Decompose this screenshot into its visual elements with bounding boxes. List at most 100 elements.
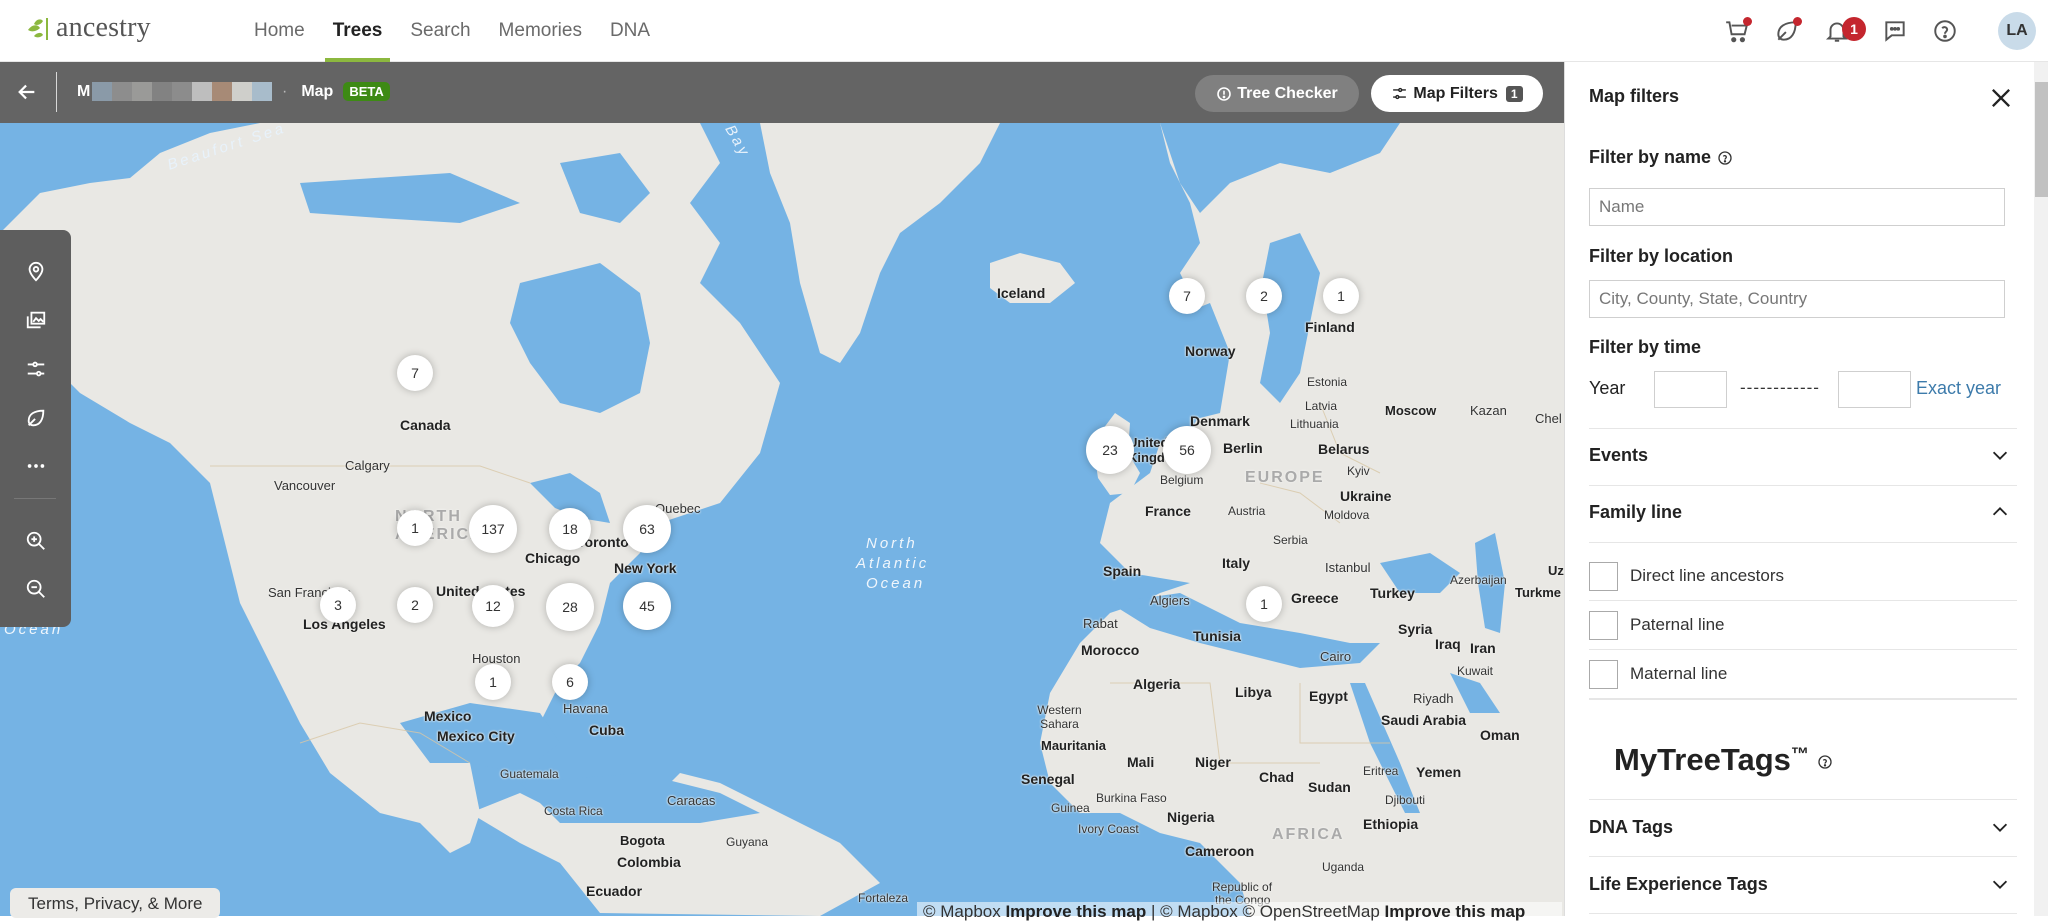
help-icon[interactable] [1717, 150, 1733, 166]
life-experience-tags-accordion[interactable]: Life Experience Tags [1589, 856, 2017, 912]
year-to-input[interactable] [1838, 371, 1911, 408]
scrollbar-thumb[interactable] [2035, 82, 2048, 197]
map-cluster[interactable]: 2 [1246, 278, 1282, 314]
map-cluster[interactable]: 1 [397, 510, 433, 546]
map-label: AFRICA [1272, 826, 1345, 843]
filters-button[interactable] [20, 353, 52, 385]
zoom-in-button[interactable] [20, 525, 52, 557]
map-label: Niger [1195, 754, 1231, 770]
map-cluster[interactable]: 12 [472, 585, 514, 627]
more-button[interactable] [20, 450, 52, 482]
map-cluster[interactable]: 1 [1323, 278, 1359, 314]
map-cluster[interactable]: 18 [549, 508, 591, 550]
direct-line-checkbox[interactable]: Direct line ancestors [1589, 552, 2017, 600]
map-cluster[interactable]: 7 [397, 355, 433, 391]
map-label: Serbia [1273, 533, 1308, 547]
close-icon[interactable] [1987, 84, 2015, 112]
zoom-out-icon [26, 579, 45, 598]
terms-privacy-button[interactable]: Terms, Privacy, & More [10, 888, 221, 918]
map-filters-label: Map Filters [1413, 84, 1498, 102]
alert-circle-icon [1217, 86, 1232, 101]
map-filters-panel: Map filters Filter by name Filter by loc… [1564, 62, 2048, 916]
ancestry-logo[interactable]: ancestry [26, 12, 151, 44]
map-label: Austria [1228, 504, 1266, 518]
life-experience-tags-label: Life Experience Tags [1589, 873, 1768, 894]
map-cluster[interactable]: 1 [1246, 586, 1282, 622]
map-cluster[interactable]: 23 [1086, 426, 1134, 474]
checkbox[interactable] [1589, 610, 1618, 640]
map-cluster[interactable]: 2 [397, 587, 433, 623]
map-label: Rabat [1083, 616, 1118, 631]
sliders-icon [1393, 87, 1407, 100]
tree-name-initial: M [77, 82, 91, 100]
land-north-america [0, 123, 780, 853]
hints-button[interactable] [1762, 11, 1812, 51]
map-label: Italy [1222, 555, 1251, 571]
help-button[interactable] [1920, 11, 1970, 51]
map-label: Eritrea [1363, 764, 1399, 778]
tree-checker-button[interactable]: Tree Checker [1195, 75, 1359, 112]
name-input[interactable] [1589, 188, 2005, 226]
photos-button[interactable] [20, 304, 52, 336]
tree-subheader: M · Map BETA Tree Checker Map Filters 1 [0, 62, 1564, 123]
chevron-down-icon [1992, 880, 2008, 889]
improve-map-link[interactable]: Improve this map [1385, 902, 1526, 921]
rail-divider [14, 498, 56, 499]
map-cluster[interactable]: 45 [623, 582, 671, 630]
places-button[interactable] [20, 256, 52, 288]
dna-tags-accordion[interactable]: DNA Tags [1589, 799, 2017, 855]
map-canvas[interactable]: Beaufort Sea Bay Iceland Canada Calgary … [0, 123, 1564, 916]
events-accordion[interactable]: Events [1589, 427, 2017, 483]
nav-home[interactable]: Home [240, 0, 319, 62]
cart-button[interactable] [1712, 11, 1762, 51]
year-from-input[interactable] [1654, 371, 1727, 408]
map-label: Canada [400, 417, 451, 433]
maternal-line-checkbox[interactable]: Maternal line [1589, 650, 2017, 698]
map-label: Belarus [1318, 441, 1370, 457]
map-cluster[interactable]: 137 [469, 505, 517, 553]
messages-button[interactable] [1870, 11, 1920, 51]
map-cluster[interactable]: 28 [546, 583, 594, 631]
dna-tags-label: DNA Tags [1589, 816, 1674, 837]
map-filters-button[interactable]: Map Filters 1 [1371, 75, 1543, 112]
checkbox[interactable] [1589, 561, 1618, 591]
map-label: Ecuador [586, 883, 643, 899]
nav-trees[interactable]: Trees [319, 0, 397, 62]
map-cluster[interactable]: 6 [552, 664, 588, 700]
back-button[interactable] [12, 76, 42, 108]
checkbox[interactable] [1589, 659, 1618, 689]
map-cluster[interactable]: 3 [320, 587, 356, 623]
zoom-out-button[interactable] [20, 573, 52, 605]
map-cluster[interactable]: 56 [1163, 426, 1211, 474]
header-tools: 1 LA [1712, 0, 2048, 62]
leaf-logo-icon [28, 18, 48, 40]
paternal-line-checkbox[interactable]: Paternal line [1589, 601, 2017, 649]
nav-memories[interactable]: Memories [485, 0, 596, 62]
nav-search[interactable]: Search [396, 0, 484, 62]
map-label: Caracas [667, 793, 716, 808]
map-label: Berlin [1223, 440, 1263, 456]
map-label: Kazan [1470, 403, 1507, 418]
improve-map-link[interactable]: Improve this map [1005, 902, 1146, 921]
hints-button[interactable] [20, 402, 52, 434]
map-label: Oman [1480, 727, 1520, 743]
family-line-accordion[interactable]: Family line [1589, 484, 2017, 540]
map-attribution: © Mapbox Improve this map | © Mapbox © O… [917, 902, 1562, 922]
map-label: Colombia [617, 854, 681, 870]
panel-scrollbar[interactable] [2034, 62, 2048, 916]
map-cluster[interactable]: 63 [623, 505, 671, 553]
map-label: Belgium [1160, 473, 1204, 487]
help-icon[interactable] [1817, 754, 1833, 770]
user-avatar[interactable]: LA [1998, 12, 2036, 50]
map-cluster[interactable]: 7 [1169, 278, 1205, 314]
nav-dna[interactable]: DNA [596, 0, 664, 62]
notifications-button[interactable]: 1 [1812, 11, 1866, 51]
tree-name[interactable]: M [77, 82, 273, 101]
map-cluster[interactable]: 1 [475, 664, 511, 700]
location-input[interactable] [1589, 280, 2005, 318]
year-label: Year [1589, 378, 1626, 398]
map-label: EUROPE [1245, 469, 1325, 486]
map-label: Moscow [1385, 403, 1437, 418]
exact-year-link[interactable]: Exact year [1916, 378, 2001, 399]
map-label: France [1145, 503, 1191, 519]
